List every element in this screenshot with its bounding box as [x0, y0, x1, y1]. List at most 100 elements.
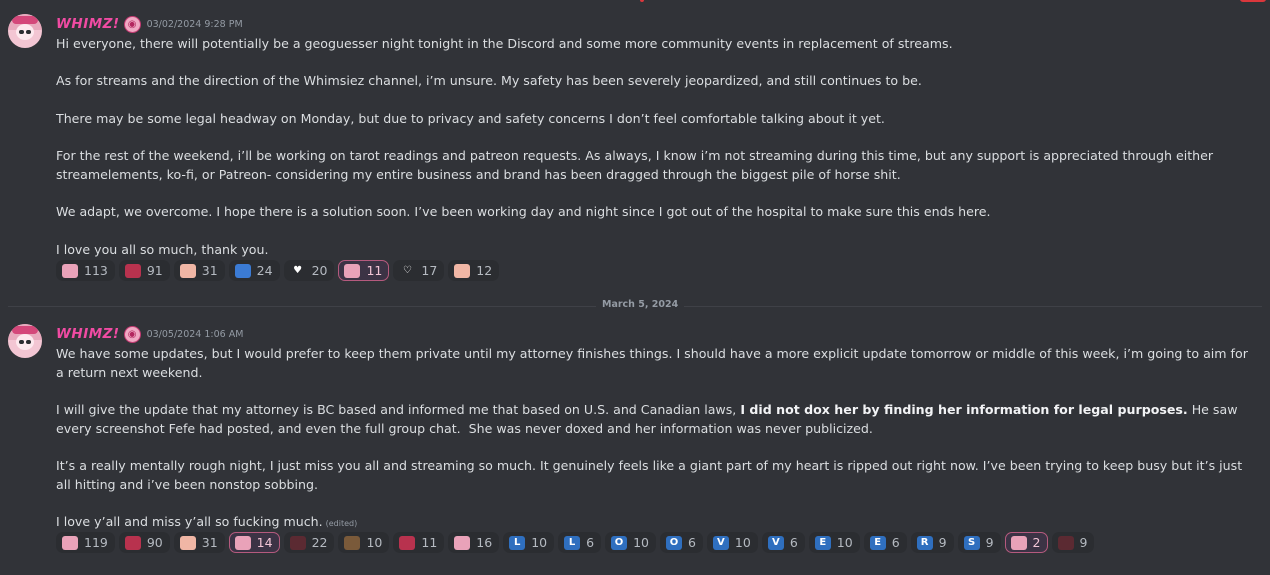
reaction-count: 22 — [311, 535, 328, 550]
reaction[interactable]: S9 — [957, 532, 1001, 553]
letter-o-emoji-icon: O — [665, 535, 682, 550]
brown-creature-emoji-icon — [344, 535, 361, 550]
reaction[interactable]: 12 — [448, 260, 500, 281]
reaction-count: 11 — [421, 535, 438, 550]
role-badge-icon[interactable]: ◉ — [123, 325, 141, 343]
dark-character-emoji-icon — [1057, 535, 1074, 550]
edited-label[interactable]: (edited) — [326, 519, 358, 528]
date-divider-label: March 5, 2024 — [596, 299, 685, 310]
reaction-count: 119 — [84, 535, 108, 550]
reaction[interactable]: 22 — [283, 532, 335, 553]
pink-character-emoji-icon — [1010, 535, 1027, 550]
reaction[interactable]: ♡ 17 — [393, 260, 445, 281]
role-badge-icon[interactable]: ◉ — [123, 15, 141, 33]
avatar[interactable] — [8, 14, 42, 48]
username[interactable]: WHIMZ! — [56, 16, 120, 32]
purple-heart-emoji-icon: ♥ — [293, 265, 303, 276]
letter-r-emoji-icon: R — [916, 535, 933, 550]
reaction[interactable]: 113 — [56, 260, 115, 281]
reaction-count: 9 — [938, 535, 947, 550]
message-paragraph: Hi everyone, there will potentially be a… — [56, 36, 953, 51]
reaction[interactable]: 91 — [118, 260, 170, 281]
reaction[interactable]: E6 — [863, 532, 907, 553]
reaction[interactable]: 90 — [118, 532, 170, 553]
reaction-selected[interactable]: 14 — [228, 532, 280, 553]
reaction[interactable]: O6 — [659, 532, 703, 553]
reaction[interactable]: L6 — [558, 532, 602, 553]
reaction-count: 11 — [366, 263, 383, 278]
reaction-count: 113 — [84, 263, 108, 278]
reaction-count: 6 — [687, 535, 696, 550]
letter-o-emoji-icon: O — [611, 535, 628, 550]
timestamp[interactable]: 03/05/2024 1:06 AM — [147, 329, 244, 340]
reaction-selected[interactable]: 2 — [1004, 532, 1048, 553]
reaction[interactable]: 119 — [56, 532, 115, 553]
reaction[interactable]: 31 — [173, 260, 225, 281]
letter-l-emoji-icon: L — [564, 535, 581, 550]
reaction[interactable]: 24 — [228, 260, 280, 281]
reaction-count: 2 — [1032, 535, 1041, 550]
reaction-count: 10 — [734, 535, 751, 550]
reaction-count: 20 — [311, 263, 328, 278]
pink-character-emoji-icon — [454, 535, 471, 550]
notification-dot — [640, 0, 644, 2]
red-character-emoji-icon — [124, 263, 141, 278]
paragraph-text: I will give the update that my attorney … — [56, 402, 741, 418]
reaction[interactable]: 31 — [173, 532, 225, 553]
message-paragraph: I love y’all and miss y’all so fucking m… — [56, 513, 1251, 534]
reaction[interactable]: ♥ 20 — [283, 260, 335, 281]
message-paragraph: I love you all so much, thank you. — [56, 241, 269, 257]
blue-figure-emoji-icon — [234, 263, 251, 278]
reaction-count: 6 — [789, 535, 798, 550]
reaction-count: 10 — [836, 535, 853, 550]
username[interactable]: WHIMZ! — [56, 326, 120, 342]
reaction[interactable]: 16 — [448, 532, 500, 553]
reaction-count: 9 — [985, 535, 994, 550]
reaction[interactable]: 10 — [338, 532, 390, 553]
reaction-count: 17 — [421, 263, 438, 278]
message-header: WHIMZ! ◉ 03/05/2024 1:06 AM — [56, 325, 243, 343]
reaction[interactable]: R9 — [910, 532, 954, 553]
reaction-count: 10 — [531, 535, 548, 550]
reaction-selected[interactable]: 11 — [338, 260, 390, 281]
pink-character-emoji-icon — [234, 535, 251, 550]
reaction-count: 10 — [366, 535, 383, 550]
red-figure-emoji-icon — [399, 535, 416, 550]
message-paragraph: We adapt, we overcome. I hope there is a… — [56, 204, 991, 220]
letter-v-emoji-icon: V — [767, 535, 784, 550]
letter-e-emoji-icon: E — [869, 535, 886, 550]
pink-character-emoji-icon — [344, 263, 361, 278]
reaction-count: 31 — [201, 535, 218, 550]
timestamp[interactable]: 03/02/2024 9:28 PM — [147, 19, 243, 30]
dark-character-emoji-icon — [289, 535, 306, 550]
letter-l-emoji-icon: L — [509, 535, 526, 550]
reaction-count: 16 — [476, 535, 493, 550]
reaction-count: 90 — [146, 535, 163, 550]
reaction-count: 10 — [633, 535, 649, 550]
reaction[interactable]: V 10 — [706, 532, 758, 553]
pink-character-emoji-icon — [62, 535, 78, 550]
reaction-count: 12 — [476, 263, 493, 278]
avatar[interactable] — [8, 324, 42, 358]
message-paragraph: There may be some legal headway on Monda… — [56, 110, 885, 126]
reaction-bar: 113 91 31 24 ♥ 20 11 ♡ 17 12 — [56, 260, 500, 281]
peach-character-emoji-icon — [179, 535, 196, 550]
top-right-button[interactable] — [1240, 0, 1266, 2]
letter-v-emoji-icon: V — [712, 535, 729, 550]
top-edge — [0, 0, 1270, 4]
message-content: We have some updates, but I would prefer… — [56, 345, 1251, 534]
reaction[interactable]: O 10 — [605, 532, 656, 553]
reaction[interactable]: E 10 — [808, 532, 860, 553]
reaction[interactable]: L 10 — [503, 532, 555, 553]
reaction[interactable]: V6 — [761, 532, 805, 553]
reaction[interactable]: 11 — [393, 532, 445, 553]
red-character-emoji-icon — [124, 535, 141, 550]
reaction-bar: 119 90 31 14 22 10 11 16 L 10 L6 O 10 O6 V… — [56, 532, 1095, 553]
message-header: WHIMZ! ◉ 03/02/2024 9:28 PM — [56, 15, 243, 33]
peach-character-emoji-icon — [454, 263, 471, 278]
bold-statement: I did not dox her by finding her informa… — [740, 402, 1188, 418]
message-paragraph: As for streams and the direction of the … — [56, 73, 922, 89]
pink-character-emoji-icon — [62, 263, 78, 278]
heart-hands-emoji-icon: ♡ — [402, 265, 412, 276]
reaction[interactable]: 9 — [1051, 532, 1095, 553]
